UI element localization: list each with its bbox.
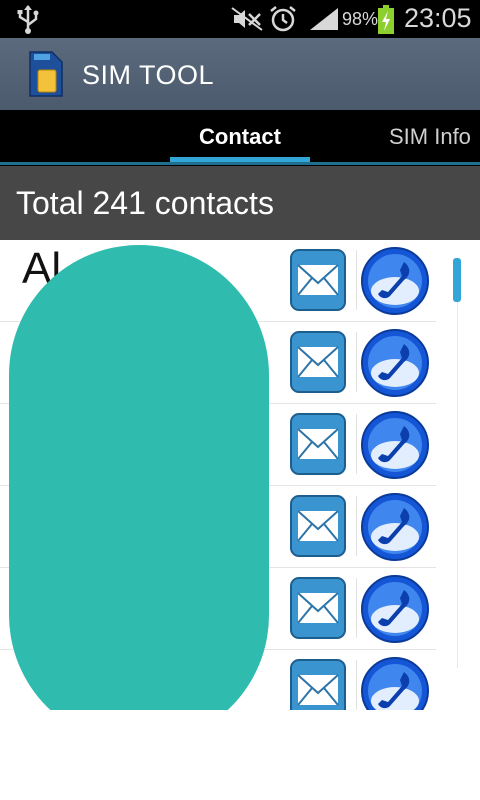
tab-sim-info[interactable]: SIM Info	[389, 124, 471, 150]
phone-icon[interactable]	[360, 328, 430, 398]
row-separator	[356, 660, 357, 710]
usb-icon	[17, 5, 39, 34]
phone-icon[interactable]	[360, 410, 430, 480]
empty-area	[0, 710, 480, 800]
battery-charging-icon	[378, 5, 394, 34]
envelope-icon[interactable]	[289, 330, 347, 394]
alarm-icon	[270, 6, 296, 32]
battery-percent: 98%	[342, 9, 379, 29]
total-contacts: Total 241 contacts	[16, 185, 274, 221]
total-header: Total 241 contacts	[0, 166, 480, 240]
app-title: SIM TOOL	[82, 60, 215, 90]
envelope-icon[interactable]	[289, 494, 347, 558]
signal-icon	[310, 8, 338, 30]
row-separator	[356, 578, 357, 638]
tab-contact[interactable]: Contact	[170, 124, 310, 150]
tab-bar: Contact SIM Info	[0, 110, 480, 166]
row-separator	[356, 496, 357, 556]
phone-icon[interactable]	[360, 492, 430, 562]
app-bar: SIM TOOL	[0, 38, 480, 111]
envelope-icon[interactable]	[289, 576, 347, 640]
mute-icon	[231, 7, 263, 31]
phone-icon[interactable]	[360, 246, 430, 316]
envelope-icon[interactable]	[289, 658, 347, 710]
sim-card-icon	[29, 51, 63, 97]
row-separator	[356, 250, 357, 310]
scrollbar-thumb[interactable]	[453, 258, 461, 302]
scroll-track	[457, 302, 458, 668]
row-separator	[356, 332, 357, 392]
envelope-icon[interactable]	[289, 248, 347, 312]
status-bar: 98% 23:05	[0, 0, 480, 38]
phone-icon[interactable]	[360, 656, 430, 710]
tab-bar-divider	[0, 162, 480, 165]
row-separator	[356, 414, 357, 474]
clock: 23:05	[404, 3, 472, 33]
envelope-icon[interactable]	[289, 412, 347, 476]
phone-icon[interactable]	[360, 574, 430, 644]
redaction-overlay	[9, 245, 269, 745]
